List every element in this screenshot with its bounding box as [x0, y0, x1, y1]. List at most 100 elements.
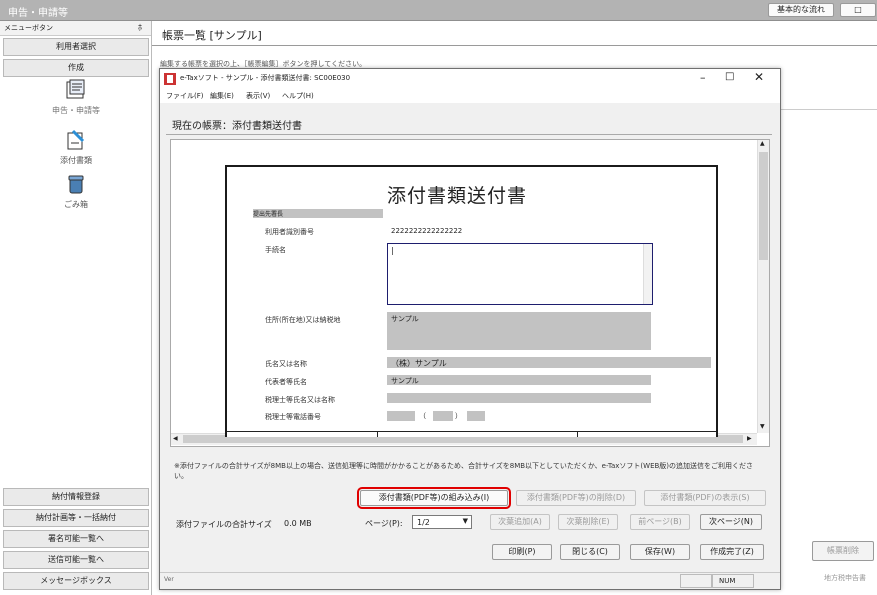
sidebar-icon-forms[interactable]: 申告・申請等 — [40, 79, 112, 121]
page-select-value: 1/2 — [417, 518, 430, 527]
tax-accountant-field[interactable] — [387, 393, 651, 403]
section-header: 提出先署長 — [253, 209, 383, 218]
pin-icon[interactable]: ﾎ — [138, 22, 142, 33]
prev-page-button[interactable]: 前ページ(B) — [630, 514, 690, 530]
sidebar-item-user-select[interactable]: 利用者選択 — [3, 38, 149, 56]
scroll-left-icon[interactable]: ◀ — [173, 435, 178, 442]
menu-edit[interactable]: 編集(E) — [210, 91, 234, 101]
sidebar-icon-label: 申告・申請等 — [52, 106, 100, 115]
delete-form-button[interactable]: 帳票削除 — [812, 541, 874, 561]
status-bar: Ver NUM — [160, 572, 780, 589]
status-cell — [680, 574, 712, 588]
user-id-label: 利用者識別番号 — [265, 228, 314, 236]
phone-number-field[interactable] — [467, 411, 485, 421]
add-next-sheet-button[interactable]: 次葉追加(A) — [490, 514, 550, 530]
sidebar-item-signable-list[interactable]: 署名可能一覧へ — [3, 530, 149, 548]
sidebar-item-payment-info[interactable]: 納付情報登録 — [3, 488, 149, 506]
textarea-scrollbar[interactable] — [643, 244, 652, 304]
address-value: サンプル — [391, 315, 419, 323]
name-field[interactable]: （株）サンプル — [387, 357, 711, 368]
local-tax-link[interactable]: 地方税申告書 — [824, 573, 866, 583]
scroll-thumb[interactable] — [759, 152, 768, 260]
chevron-down-icon: ▼ — [462, 517, 468, 525]
menu-help[interactable]: ヘルプ(H) — [282, 91, 314, 101]
name-value: （株）サンプル — [391, 359, 447, 368]
phone-paren-close: ） — [455, 412, 462, 420]
sidebar-icon-trash[interactable]: ごみ箱 — [40, 173, 112, 215]
dialog-menu-bar: ファイル(F) 編集(E) 表示(V) ヘルプ(H) — [160, 89, 780, 103]
rep-field[interactable]: サンプル — [387, 375, 651, 385]
sidebar-item-sendable-list[interactable]: 送信可能一覧へ — [3, 551, 149, 569]
menu-file[interactable]: ファイル(F) — [166, 91, 204, 101]
address-field[interactable]: サンプル — [387, 312, 651, 350]
separator — [166, 134, 772, 135]
form-list-panel — [772, 109, 877, 540]
phone-area-field[interactable] — [387, 411, 415, 421]
form-table-col — [577, 431, 578, 437]
trash-icon — [68, 175, 84, 194]
rep-value: サンプル — [391, 377, 419, 385]
size-label: 添付ファイルの合計サイズ — [176, 520, 272, 529]
tax-phone-label: 税理士等電話番号 — [265, 413, 321, 421]
minimize-icon[interactable]: – — [700, 71, 706, 84]
current-form-label: 現在の帳票：添付書類送付書 — [172, 121, 302, 132]
app-icon — [164, 73, 176, 85]
next-page-button[interactable]: 次ページ(N) — [700, 514, 762, 530]
size-value: 0.0 MB — [284, 519, 312, 528]
sidebar-icon-attachment[interactable]: 添付書類 — [40, 129, 112, 171]
rep-label: 代表者等氏名 — [265, 378, 307, 386]
form-table-line — [227, 431, 716, 432]
complete-button[interactable]: 作成完了(Z) — [700, 544, 764, 560]
sidebar-item-payment-plan[interactable]: 納付計画等・一括納付 — [3, 509, 149, 527]
procedure-text: | — [391, 246, 394, 255]
procedure-textarea[interactable]: | — [387, 243, 653, 305]
section-header-label: 提出先署長 — [253, 211, 284, 218]
document-viewport: ▲ ▼ ◀ ▶ 添付書類送付書 提出先署長 利用者識別番号 2222222222… — [170, 139, 770, 447]
forms-icon — [66, 79, 85, 99]
dialog-title: e-Taxソフト - サンプル - 添付書類送付書: SC00E030 — [180, 74, 351, 82]
close-icon[interactable]: ✕ — [754, 70, 764, 84]
form-table-col — [377, 431, 378, 437]
delete-attach-button[interactable]: 添付書類(PDF等)の削除(D) — [516, 490, 636, 506]
window-control-button[interactable]: □ — [840, 3, 876, 17]
sidebar-item-message-box[interactable]: メッセージボックス — [3, 572, 149, 590]
form-title: 添付書類送付書 — [387, 185, 528, 207]
size-note: ※添付ファイルの合計サイズが8MB以上の場合、送信処理等に時間がかかることがある… — [174, 462, 754, 480]
address-label: 住所(所在地)又は納税地 — [265, 316, 341, 324]
delete-next-sheet-button[interactable]: 次葉削除(E) — [558, 514, 618, 530]
menu-view[interactable]: 表示(V) — [246, 91, 270, 101]
sidebar-icon-label: 添付書類 — [60, 156, 92, 165]
page-title: 帳票一覧 [サンプル] — [162, 29, 262, 42]
status-num-cell: NUM — [712, 574, 754, 588]
form-page: 添付書類送付書 提出先署長 利用者識別番号 2222222222222222 手… — [225, 165, 718, 437]
attach-pdf-button[interactable]: 添付書類(PDF等)の組み込み(I) — [357, 487, 511, 509]
scroll-up-icon[interactable]: ▲ — [760, 140, 765, 147]
status-version: Ver — [164, 576, 174, 583]
page-label: ページ(P): — [365, 519, 403, 528]
sidebar-icon-label: ごみ箱 — [64, 200, 88, 209]
save-button[interactable]: 保存(W) — [630, 544, 690, 560]
show-attach-button[interactable]: 添付書類(PDF)の表示(S) — [644, 490, 766, 506]
attachment-icon — [67, 129, 85, 150]
page-select[interactable]: 1/2 ▼ — [412, 515, 472, 529]
phone-paren-open: （ — [419, 412, 426, 420]
sidebar-header: メニューボタン ﾎ — [0, 21, 151, 36]
vertical-scrollbar[interactable]: ▲ ▼ — [757, 140, 769, 433]
print-button[interactable]: 印刷(P) — [492, 544, 552, 560]
tax-accountant-label: 税理士等氏名又は名称 — [265, 396, 335, 404]
scroll-right-icon[interactable]: ▶ — [747, 435, 752, 442]
scroll-down-icon[interactable]: ▼ — [760, 423, 765, 430]
maximize-icon[interactable]: □ — [725, 71, 734, 82]
phone-local-field[interactable] — [433, 411, 453, 421]
dialog-window: e-Taxソフト - サンプル - 添付書類送付書: SC00E030 – □ … — [159, 68, 781, 590]
close-button[interactable]: 閉じる(C) — [560, 544, 620, 560]
name-label: 氏名又は名称 — [265, 360, 307, 368]
sidebar-header-label: メニューボタン — [4, 24, 53, 32]
dialog-title-bar: e-Taxソフト - サンプル - 添付書類送付書: SC00E030 – □ … — [160, 69, 780, 89]
title-underline — [152, 45, 877, 46]
user-id-value: 2222222222222222 — [391, 227, 463, 235]
procedure-label: 手続名 — [265, 246, 286, 254]
sidebar-item-create[interactable]: 作成 — [3, 59, 149, 77]
status-num: NUM — [719, 577, 736, 585]
basic-flow-button[interactable]: 基本的な流れ — [768, 3, 834, 17]
